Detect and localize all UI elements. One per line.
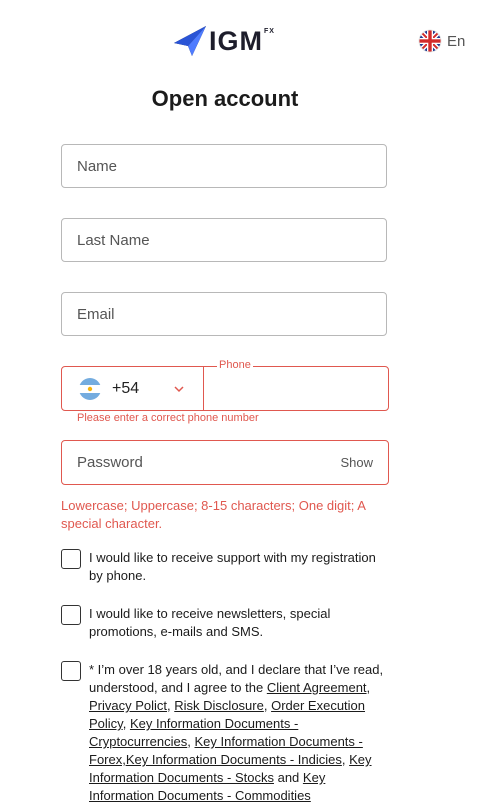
phone-number-input[interactable] — [204, 367, 392, 412]
last-name-input[interactable] — [62, 219, 386, 261]
page-title: Open account — [151, 86, 299, 111]
phone-label: Phone — [217, 358, 253, 372]
phone-number-field — [203, 366, 392, 412]
agreement-checkbox[interactable] — [61, 661, 81, 681]
phone-error-message: Please enter a correct phone number — [77, 412, 259, 424]
igm-logo-icon — [174, 26, 206, 56]
support-phone-checkbox[interactable] — [61, 549, 81, 569]
password-field: Show — [61, 440, 389, 485]
agreement-label: * I’m over 18 years old, and I declare t… — [89, 662, 384, 803]
and-text: and — [277, 770, 300, 785]
language-label: En — [447, 32, 466, 50]
password-requirements: Lowercase; Uppercase; 8-15 characters; O… — [61, 498, 366, 531]
email-input[interactable] — [62, 293, 386, 335]
newsletters-checkbox[interactable] — [61, 605, 81, 625]
country-code-select[interactable]: +54 — [61, 366, 204, 411]
last-name-field — [61, 218, 387, 262]
kid-indicies-link[interactable]: Key Information Documents - Indicies — [126, 752, 342, 767]
logo-superscript: FX — [264, 28, 275, 35]
privacy-policy-link[interactable]: Privacy Polict — [89, 698, 167, 713]
support-phone-label: I would like to receive support with my … — [89, 550, 376, 583]
language-selector[interactable]: En — [418, 29, 465, 53]
password-input[interactable] — [62, 441, 388, 484]
newsletters-option: I would like to receive newsletters, spe… — [61, 605, 391, 641]
name-input[interactable] — [62, 145, 386, 187]
support-phone-option: I would like to receive support with my … — [61, 549, 391, 585]
argentina-flag-icon — [79, 377, 101, 400]
phone-field: +54 Phone — [61, 358, 392, 412]
logo-text: IGM — [209, 25, 263, 56]
uk-flag-icon — [418, 29, 442, 53]
name-field — [61, 144, 387, 188]
agreement-option: * I’m over 18 years old, and I declare t… — [61, 661, 391, 805]
chevron-down-icon — [174, 386, 184, 393]
logo: IGM FX — [174, 26, 275, 56]
email-field — [61, 292, 387, 336]
dial-code: +54 — [112, 379, 140, 397]
risk-disclosure-link[interactable]: Risk Disclosure — [174, 698, 264, 713]
show-password-button[interactable]: Show — [340, 455, 373, 470]
client-agreement-link[interactable]: Client Agreement — [267, 680, 367, 695]
newsletters-label: I would like to receive newsletters, spe… — [89, 606, 331, 639]
